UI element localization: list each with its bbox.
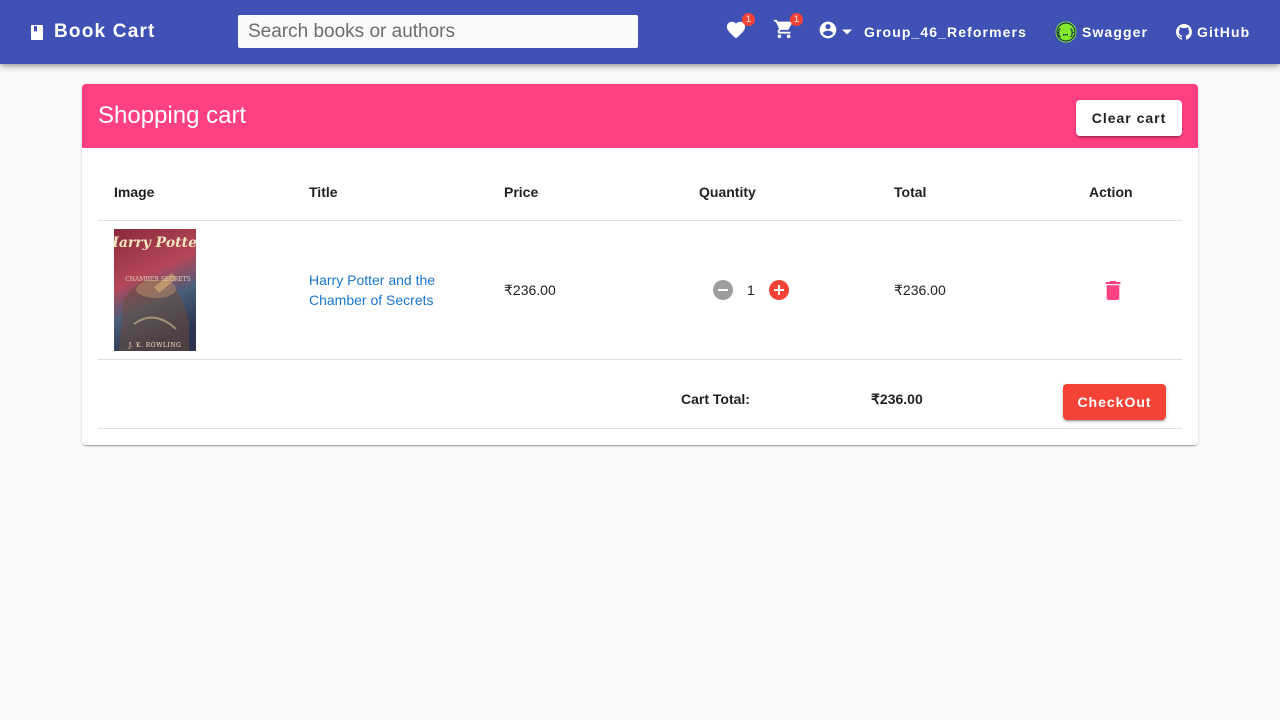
wishlist-count-badge: 1 xyxy=(742,13,755,26)
cover-title-text: Harry Potter xyxy=(114,235,196,251)
swagger-link[interactable]: {…} Swagger xyxy=(1055,20,1148,44)
column-header-total: Total xyxy=(894,184,927,200)
search-input[interactable] xyxy=(238,15,638,48)
book-title-link[interactable]: Harry Potter and the Chamber of Secrets xyxy=(309,270,459,310)
cart-total-value: ₹236.00 xyxy=(871,391,923,407)
minus-icon xyxy=(718,289,728,291)
checkout-button[interactable]: CheckOut xyxy=(1063,384,1166,420)
column-header-quantity: Quantity xyxy=(699,184,756,200)
cart-total-label: Cart Total: xyxy=(681,391,750,407)
github-icon xyxy=(1176,24,1192,40)
clear-cart-button[interactable]: Clear cart xyxy=(1076,100,1182,136)
row-divider xyxy=(98,359,1182,360)
item-price: ₹236.00 xyxy=(504,282,556,298)
book-cover-image[interactable]: Harry Potter CHAMBER SECRETS J. K. ROWLI… xyxy=(114,229,196,351)
svg-text:{…}: {…} xyxy=(1056,29,1076,39)
dropdown-arrow-icon xyxy=(842,29,852,35)
shopping-cart-card: Shopping cart Clear cart Image Title Pri… xyxy=(82,84,1198,445)
top-toolbar: Book Cart 1 1 Group_46_Reformers {…} Swa… xyxy=(0,0,1280,64)
item-quantity: 1 xyxy=(747,282,755,298)
trash-icon xyxy=(1105,280,1121,300)
cover-subtitle-text: CHAMBER SECRETS xyxy=(125,276,191,283)
column-header-title: Title xyxy=(309,184,338,200)
wishlist-button[interactable]: 1 xyxy=(723,13,755,44)
book-icon xyxy=(29,24,45,40)
decrease-quantity-button[interactable] xyxy=(713,280,733,300)
cart-count-badge: 1 xyxy=(790,13,803,26)
cart-header: Shopping cart Clear cart xyxy=(82,84,1198,148)
user-name: Group_46_Reformers xyxy=(864,24,1027,40)
github-link[interactable]: GitHub xyxy=(1176,20,1250,44)
increase-quantity-button[interactable] xyxy=(769,280,789,300)
swagger-icon: {…} xyxy=(1055,21,1077,43)
brand-title: Book Cart xyxy=(54,21,156,42)
github-label: GitHub xyxy=(1197,24,1251,40)
page-title: Shopping cart xyxy=(98,102,247,129)
brand-link[interactable]: Book Cart xyxy=(29,20,156,44)
cart-button[interactable]: 1 xyxy=(771,13,803,44)
delete-item-button[interactable] xyxy=(1104,280,1122,300)
user-menu[interactable]: Group_46_Reformers xyxy=(818,20,1027,44)
column-header-action: Action xyxy=(1089,184,1133,200)
header-divider xyxy=(98,220,1182,221)
swagger-label: Swagger xyxy=(1082,24,1149,40)
column-header-price: Price xyxy=(504,184,539,200)
plus-icon xyxy=(774,285,784,295)
footer-divider xyxy=(98,428,1182,429)
column-header-image: Image xyxy=(114,184,155,200)
item-total: ₹236.00 xyxy=(894,282,946,298)
account-circle-icon xyxy=(818,20,838,45)
cover-author-text: J. K. ROWLING xyxy=(128,342,182,349)
